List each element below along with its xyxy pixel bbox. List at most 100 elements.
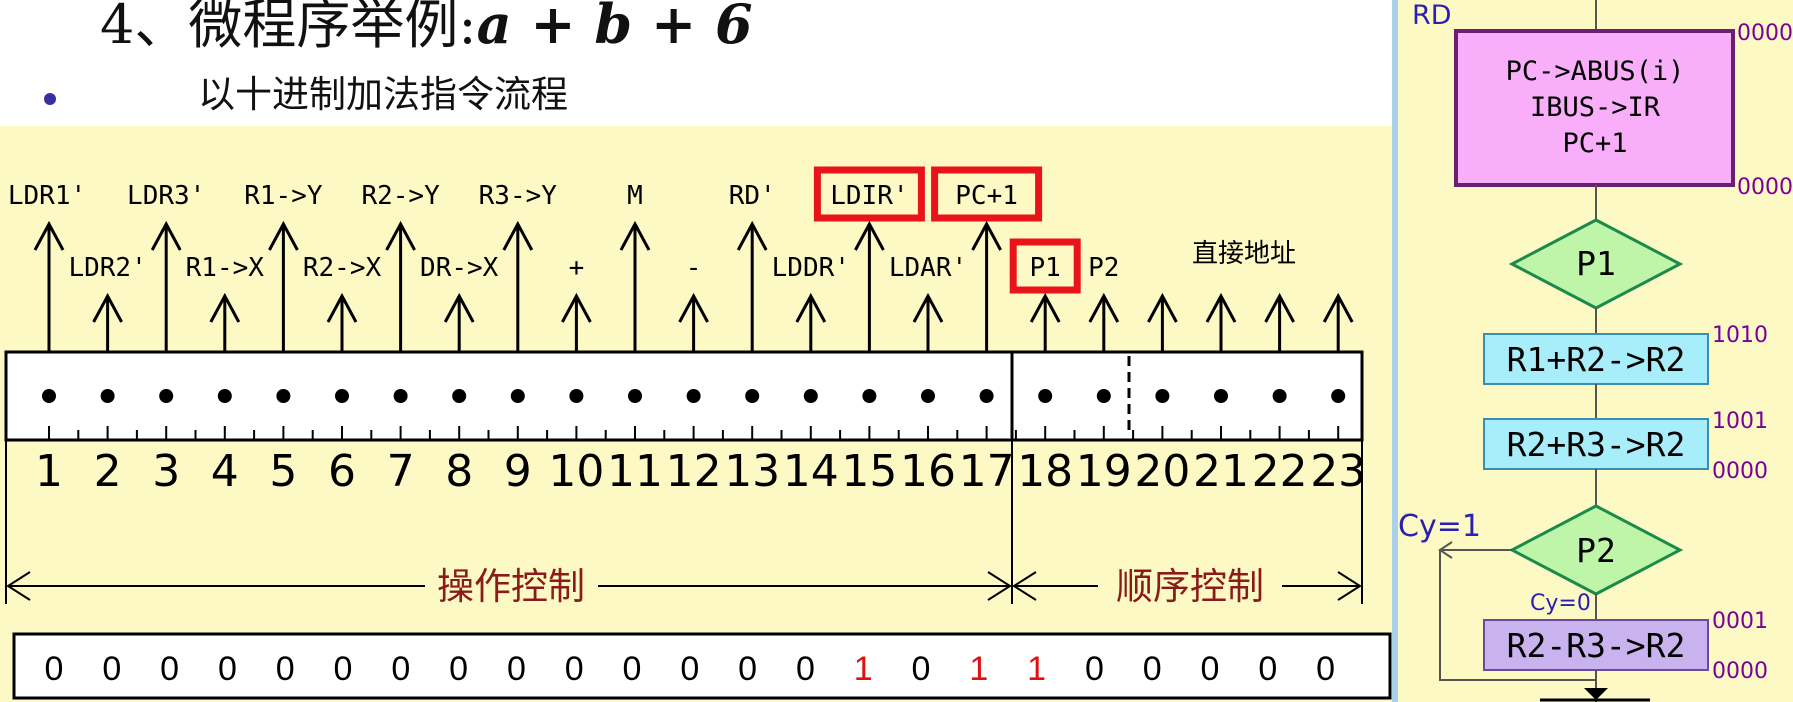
bit-number-20: 20 — [1134, 446, 1190, 497]
bit-value-19: 0 — [1085, 650, 1104, 688]
bit-number-10: 10 — [548, 446, 604, 497]
bit-dot-23 — [1331, 389, 1346, 403]
section-sequence-label: 顺序控制 — [1116, 565, 1264, 608]
bit-number-14: 14 — [783, 446, 839, 497]
bit-dot-15 — [862, 389, 877, 403]
signal-label-top-15: LDIR' — [830, 181, 908, 211]
signal-label-top-7: R2->Y — [361, 181, 440, 211]
bit-value-21: 0 — [1201, 650, 1220, 688]
bit-value-15: 1 — [854, 650, 873, 688]
bit-value-7: 0 — [391, 650, 410, 688]
bit-number-23: 23 — [1310, 446, 1366, 497]
section-operation-label: 操作控制 — [437, 565, 585, 608]
flow-addr-1010: 1010 — [1712, 323, 1768, 348]
signal-arrows — [33, 220, 1354, 352]
bit-value-2: 0 — [102, 650, 121, 688]
bit-dot-3 — [159, 389, 174, 403]
flow-box-fetch-line-2: IBUS->IR — [1530, 92, 1661, 123]
bit-dot-6 — [335, 389, 349, 403]
signal-label-lower-18: P1 — [1030, 253, 1061, 283]
signal-label-lower-4: R1->X — [186, 253, 265, 283]
flowchart: RD PC->ABUS(i) IBUS->IR PC+1 0000 0000 P… — [1398, 0, 1793, 702]
bit-dot-22 — [1272, 389, 1287, 403]
bit-value-1: 0 — [45, 650, 64, 688]
flow-diamond-p1-label: P1 — [1576, 244, 1616, 283]
bit-value-13: 0 — [738, 650, 757, 688]
signal-label-top-17: PC+1 — [955, 181, 1018, 211]
bit-number-8: 8 — [445, 446, 473, 497]
bit-number-22: 22 — [1252, 446, 1308, 497]
bit-number-9: 9 — [504, 446, 532, 497]
bit-value-12: 0 — [680, 650, 699, 688]
flow-addr-fetch-bottom: 0000 — [1737, 175, 1793, 200]
signal-label-top-11: M — [627, 181, 643, 211]
bit-number-3: 3 — [152, 446, 180, 497]
flow-addr-0000-bottom: 0000 — [1712, 659, 1768, 684]
bit-dot-7 — [393, 389, 408, 403]
bit-value-8: 0 — [449, 650, 468, 688]
signal-label-lower-8: DR->X — [420, 253, 499, 283]
flow-box-r2-minus-r3-label: R2-R3->R2 — [1507, 626, 1686, 665]
bit-number-1: 1 — [35, 446, 63, 497]
flow-box-r1-plus-r2-label: R1+R2->R2 — [1507, 340, 1686, 379]
bit-value-11: 0 — [623, 650, 642, 688]
signal-label-top-1: LDR1' — [8, 181, 86, 211]
bit-value-6: 0 — [334, 650, 353, 688]
signal-label-top-5: R1->Y — [244, 181, 323, 211]
rd-label: RD — [1412, 0, 1452, 31]
bit-number-5: 5 — [269, 446, 297, 497]
bit-numbers: 1 2 3 4 5 6 7 8 9 10 11 12 13 14 15 16 17 18 19 20 21 22 23 — [35, 446, 1366, 497]
bit-dot-1 — [42, 389, 56, 403]
bit-number-13: 13 — [724, 446, 780, 497]
flow-addr-fetch-top: 0000 — [1737, 21, 1793, 46]
flow-box-fetch-line-3: PC+1 — [1562, 128, 1627, 159]
bit-value-9: 0 — [507, 650, 526, 688]
signal-labels: LDR1' LDR3' R1->Y R2->Y R3->Y M RD' LDIR' PC+1 LD… — [8, 181, 1120, 283]
bit-value-4: 0 — [218, 650, 237, 688]
bit-number-6: 6 — [328, 446, 356, 497]
flow-box-r2-plus-r3-label: R2+R3->R2 — [1507, 425, 1686, 464]
flow-bottom-arrow — [1584, 688, 1608, 700]
bit-number-16: 16 — [900, 446, 956, 497]
bit-number-12: 12 — [666, 446, 722, 497]
bit-dot-20 — [1155, 389, 1170, 403]
bit-dot-10 — [569, 389, 584, 403]
bit-dot-8 — [452, 389, 467, 403]
flow-addr-0000-mid: 0000 — [1712, 459, 1768, 484]
signal-label-lower-19: P2 — [1088, 253, 1119, 283]
bit-value-16: 0 — [912, 650, 931, 688]
bit-number-21: 21 — [1193, 446, 1249, 497]
signal-label-lower-12: - — [686, 253, 702, 283]
bit-number-19: 19 — [1076, 446, 1132, 497]
bit-number-17: 17 — [959, 446, 1015, 497]
bit-value-5: 0 — [276, 650, 295, 688]
bit-value-17: 1 — [969, 650, 988, 688]
microinstruction-diagram: LDR1' LDR3' R1->Y R2->Y R3->Y M RD' LDIR' PC+1 LD… — [4, 0, 1793, 702]
bit-number-7: 7 — [387, 446, 415, 497]
bit-dot-13 — [745, 389, 760, 403]
bit-number-18: 18 — [1017, 446, 1073, 497]
bit-dot-14 — [803, 389, 818, 403]
flow-addr-1001: 1001 — [1712, 409, 1768, 434]
bit-dot-12 — [686, 389, 701, 403]
bit-dot-5 — [276, 389, 291, 403]
bit-dot-16 — [921, 389, 935, 403]
signal-label-top-3: LDR3' — [127, 181, 205, 211]
signal-label-top-13: RD' — [729, 181, 776, 211]
bit-dot-21 — [1214, 389, 1228, 403]
signal-label-lower-10: + — [569, 253, 585, 283]
bit-value-18: 1 — [1027, 650, 1046, 688]
signal-label-top-9: R3->Y — [479, 181, 558, 211]
bit-dot-4 — [217, 389, 232, 403]
flow-cy0-label: Cy=0 — [1530, 591, 1591, 616]
flow-addr-0001: 0001 — [1712, 609, 1768, 634]
bit-dot-2 — [100, 389, 115, 403]
bit-value-23: 0 — [1316, 650, 1335, 688]
signal-label-lower-14: LDDR' — [772, 253, 850, 283]
flow-box-fetch-line-1: PC->ABUS(i) — [1506, 56, 1685, 87]
bit-number-4: 4 — [211, 446, 239, 497]
bit-value-22: 0 — [1258, 650, 1277, 688]
bit-number-11: 11 — [607, 446, 663, 497]
bit-dot-9 — [510, 389, 525, 403]
bit-dot-17 — [979, 389, 994, 403]
